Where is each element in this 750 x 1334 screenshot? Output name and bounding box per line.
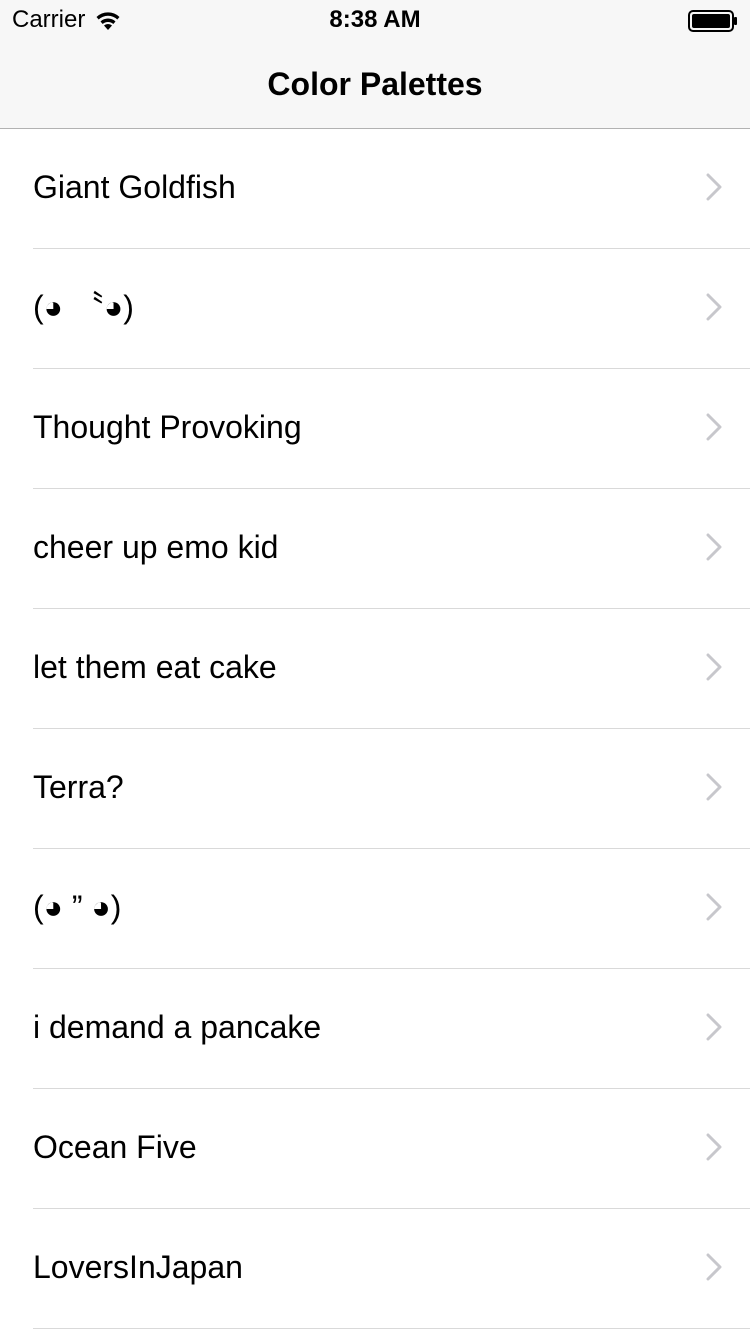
- list-item[interactable]: let them eat cake: [33, 609, 750, 729]
- list-item[interactable]: (◕ 〝◕): [33, 249, 750, 369]
- list-item[interactable]: (◕ ” ◕): [33, 849, 750, 969]
- list-item-label: (◕ ” ◕): [33, 889, 122, 925]
- navigation-bar: Color Palettes: [0, 40, 750, 129]
- chevron-right-icon: [706, 413, 722, 441]
- list-item-label: Thought Provoking: [33, 409, 302, 445]
- chevron-right-icon: [706, 1253, 722, 1281]
- chevron-right-icon: [706, 293, 722, 321]
- page-title: Color Palettes: [267, 66, 483, 102]
- status-time: 8:38 AM: [329, 6, 421, 33]
- chevron-right-icon: [706, 893, 722, 921]
- list-item[interactable]: Giant Goldfish: [33, 129, 750, 249]
- list-item[interactable]: LoversInJapan: [33, 1209, 750, 1329]
- list-item-label: Terra?: [33, 769, 124, 805]
- chevron-right-icon: [706, 773, 722, 801]
- list-item[interactable]: Terra?: [33, 729, 750, 849]
- list-item-label: let them eat cake: [33, 649, 277, 685]
- list-item[interactable]: i demand a pancake: [33, 969, 750, 1089]
- list-item[interactable]: cheer up emo kid: [33, 489, 750, 609]
- chevron-right-icon: [706, 1013, 722, 1041]
- chevron-right-icon: [706, 653, 722, 681]
- palette-list: Giant Goldfish (◕ 〝◕) Thought Provoking …: [0, 129, 750, 1329]
- list-item-label: Giant Goldfish: [33, 169, 236, 205]
- list-item-label: cheer up emo kid: [33, 529, 279, 565]
- chevron-right-icon: [706, 1133, 722, 1161]
- status-bar: Carrier 8:38 AM: [0, 0, 750, 40]
- list-item-label: LoversInJapan: [33, 1249, 243, 1285]
- list-item-label: (◕ 〝◕): [33, 289, 134, 325]
- list-item[interactable]: Thought Provoking: [33, 369, 750, 489]
- battery-icon: [688, 10, 738, 32]
- list-item-label: i demand a pancake: [33, 1009, 322, 1045]
- chevron-right-icon: [706, 533, 722, 561]
- chevron-right-icon: [706, 173, 722, 201]
- list-item-label: Ocean Five: [33, 1129, 197, 1165]
- list-item[interactable]: Ocean Five: [33, 1089, 750, 1209]
